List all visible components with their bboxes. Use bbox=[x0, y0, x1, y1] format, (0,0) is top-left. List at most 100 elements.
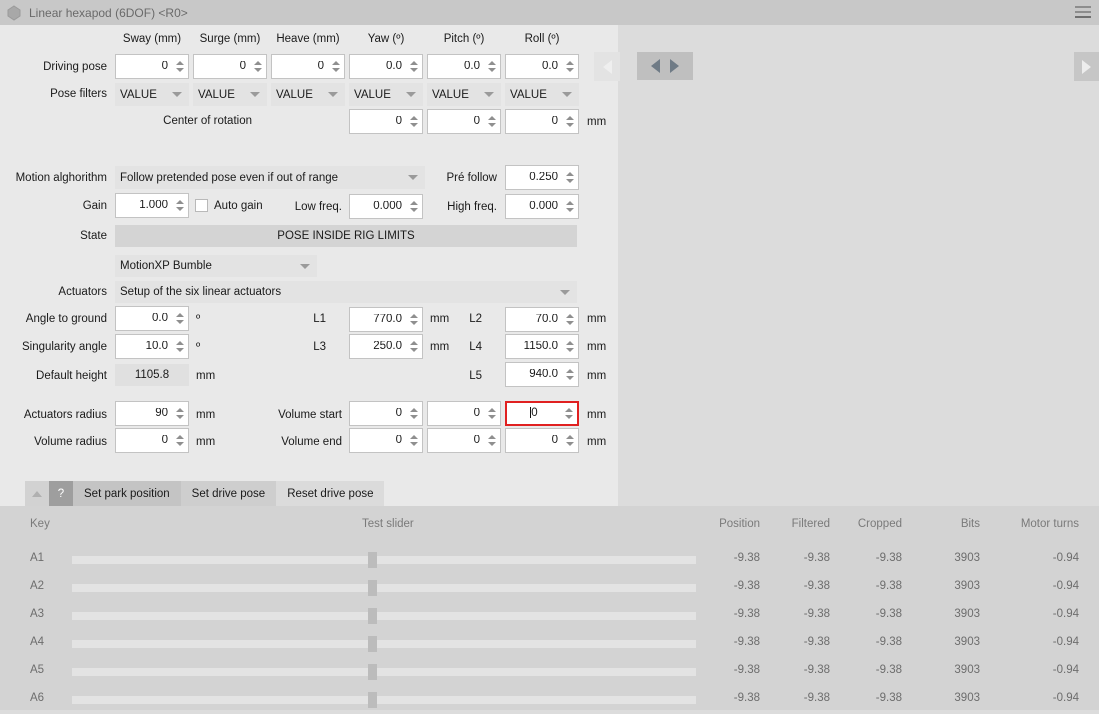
spinner-arrows-icon[interactable] bbox=[562, 110, 578, 133]
table-cell-position: -9.38 bbox=[700, 608, 760, 620]
driving-pose-surge-spinner[interactable]: 0 bbox=[193, 54, 267, 79]
driving-pose-yaw-spinner[interactable]: 0.0 bbox=[349, 54, 423, 79]
center-of-rotation-x-spinner[interactable]: 0 bbox=[349, 109, 423, 134]
spinner-arrows-icon[interactable] bbox=[562, 308, 578, 331]
spinner-arrows-icon[interactable] bbox=[406, 110, 422, 133]
l5-spinner[interactable]: 940.0 bbox=[505, 362, 579, 387]
spinner-arrows-icon[interactable] bbox=[484, 55, 500, 78]
spinner-arrows-icon[interactable] bbox=[484, 402, 500, 425]
help-button[interactable]: ? bbox=[49, 481, 73, 506]
actuators-setup-combo[interactable]: Setup of the six linear actuators bbox=[115, 281, 577, 303]
spinner-arrows-icon[interactable] bbox=[484, 429, 500, 452]
table-cell-position: -9.38 bbox=[700, 636, 760, 648]
l4-spinner[interactable]: 1150.0 bbox=[505, 334, 579, 359]
spinner-arrows-icon[interactable] bbox=[172, 307, 188, 330]
l5-label: L5 bbox=[456, 370, 482, 382]
slider-thumb[interactable] bbox=[368, 692, 377, 708]
set-park-position-button[interactable]: Set park position bbox=[73, 481, 181, 506]
spinner-arrows-icon[interactable] bbox=[561, 403, 577, 424]
reset-drive-pose-button[interactable]: Reset drive pose bbox=[276, 481, 384, 506]
spinner-arrows-icon[interactable] bbox=[406, 429, 422, 452]
pose-filter-roll-combo[interactable]: VALUE bbox=[505, 83, 579, 106]
volume-radius-spinner[interactable]: 0 bbox=[115, 428, 189, 453]
pose-filter-surge-combo[interactable]: VALUE bbox=[193, 83, 267, 106]
spinner-arrows-icon[interactable] bbox=[562, 195, 578, 218]
spinner-arrows-icon[interactable] bbox=[562, 429, 578, 452]
hamburger-menu-icon[interactable] bbox=[1075, 6, 1091, 18]
pose-filter-sway-combo[interactable]: VALUE bbox=[115, 83, 189, 106]
table-row: A2-9.38-9.38-9.383903-0.94 bbox=[0, 574, 1099, 602]
spinner-arrows-icon[interactable] bbox=[406, 335, 422, 358]
pose-prev-button-disabled[interactable] bbox=[594, 52, 620, 81]
test-slider[interactable] bbox=[72, 640, 696, 648]
motion-algorithm-combo[interactable]: Follow pretended pose even if out of ran… bbox=[115, 166, 425, 189]
driving-pose-pitch-spinner[interactable]: 0.0 bbox=[427, 54, 501, 79]
driving-pose-roll-spinner[interactable]: 0.0 bbox=[505, 54, 579, 79]
l2-value: 70.0 bbox=[506, 314, 562, 326]
spinner-arrows-icon[interactable] bbox=[172, 429, 188, 452]
angle-to-ground-spinner[interactable]: 0.0 bbox=[115, 306, 189, 331]
default-height-readonly: 1105.8 bbox=[115, 364, 189, 386]
test-slider[interactable] bbox=[72, 612, 696, 620]
slider-thumb[interactable] bbox=[368, 664, 377, 680]
volume-end-y-spinner[interactable]: 0 bbox=[427, 428, 501, 453]
volume-start-z-spinner[interactable]: 0 bbox=[505, 401, 579, 426]
slider-thumb[interactable] bbox=[368, 580, 377, 596]
panel-next-button[interactable] bbox=[1074, 52, 1099, 81]
singularity-angle-spinner[interactable]: 10.0 bbox=[115, 334, 189, 359]
spinner-arrows-icon[interactable] bbox=[172, 335, 188, 358]
low-freq-spinner[interactable]: 0.000 bbox=[349, 194, 423, 219]
volume-end-z-value: 0 bbox=[506, 435, 562, 447]
spinner-arrows-icon[interactable] bbox=[172, 194, 188, 217]
volume-start-x-spinner[interactable]: 0 bbox=[349, 401, 423, 426]
spinner-arrows-icon[interactable] bbox=[562, 335, 578, 358]
spinner-arrows-icon[interactable] bbox=[172, 402, 188, 425]
high-freq-spinner[interactable]: 0.000 bbox=[505, 194, 579, 219]
driving-pose-heave-spinner[interactable]: 0 bbox=[271, 54, 345, 79]
spinner-arrows-icon[interactable] bbox=[484, 110, 500, 133]
chevron-right-icon[interactable] bbox=[670, 59, 679, 73]
volume-end-x-spinner[interactable]: 0 bbox=[349, 428, 423, 453]
actuators-label: Actuators bbox=[0, 286, 107, 298]
spinner-arrows-icon[interactable] bbox=[562, 55, 578, 78]
slider-thumb[interactable] bbox=[368, 608, 377, 624]
table-header-row: Key Test slider Position Filtered Croppe… bbox=[0, 518, 1099, 536]
auto-gain-checkbox[interactable] bbox=[195, 199, 208, 212]
slider-thumb[interactable] bbox=[368, 552, 377, 568]
driving-pose-sway-spinner[interactable]: 0 bbox=[115, 54, 189, 79]
spinner-arrows-icon[interactable] bbox=[562, 363, 578, 386]
volume-end-z-spinner[interactable]: 0 bbox=[505, 428, 579, 453]
chevron-left-icon[interactable] bbox=[651, 59, 660, 73]
spinner-arrows-icon[interactable] bbox=[172, 55, 188, 78]
spinner-arrows-icon[interactable] bbox=[406, 55, 422, 78]
center-of-rotation-y-spinner[interactable]: 0 bbox=[427, 109, 501, 134]
gain-spinner[interactable]: 1.000 bbox=[115, 193, 189, 218]
spinner-arrows-icon[interactable] bbox=[406, 308, 422, 331]
spinner-arrows-icon[interactable] bbox=[406, 195, 422, 218]
motion-profile-combo[interactable]: MotionXP Bumble bbox=[115, 255, 317, 277]
set-drive-pose-button[interactable]: Set drive pose bbox=[181, 481, 277, 506]
pose-filter-heave-combo[interactable]: VALUE bbox=[271, 83, 345, 106]
spinner-arrows-icon[interactable] bbox=[250, 55, 266, 78]
column-header-sway: Sway (mm) bbox=[118, 33, 186, 45]
test-slider[interactable] bbox=[72, 696, 696, 704]
l2-spinner[interactable]: 70.0 bbox=[505, 307, 579, 332]
test-slider[interactable] bbox=[72, 584, 696, 592]
volume-start-x-value: 0 bbox=[350, 408, 406, 420]
test-slider[interactable] bbox=[72, 556, 696, 564]
spinner-arrows-icon[interactable] bbox=[562, 166, 578, 189]
volume-start-y-spinner[interactable]: 0 bbox=[427, 401, 501, 426]
l1-spinner[interactable]: 770.0 bbox=[349, 307, 423, 332]
center-of-rotation-z-spinner[interactable]: 0 bbox=[505, 109, 579, 134]
spinner-arrows-icon[interactable] bbox=[406, 402, 422, 425]
l3-spinner[interactable]: 250.0 bbox=[349, 334, 423, 359]
collapse-panel-button[interactable] bbox=[25, 481, 49, 506]
actuators-radius-spinner[interactable]: 90 bbox=[115, 401, 189, 426]
spinner-arrows-icon[interactable] bbox=[328, 55, 344, 78]
slider-thumb[interactable] bbox=[368, 636, 377, 652]
default-height-unit: mm bbox=[196, 370, 215, 382]
pre-follow-spinner[interactable]: 0.250 bbox=[505, 165, 579, 190]
pose-filter-pitch-combo[interactable]: VALUE bbox=[427, 83, 501, 106]
test-slider[interactable] bbox=[72, 668, 696, 676]
pose-filter-yaw-combo[interactable]: VALUE bbox=[349, 83, 423, 106]
